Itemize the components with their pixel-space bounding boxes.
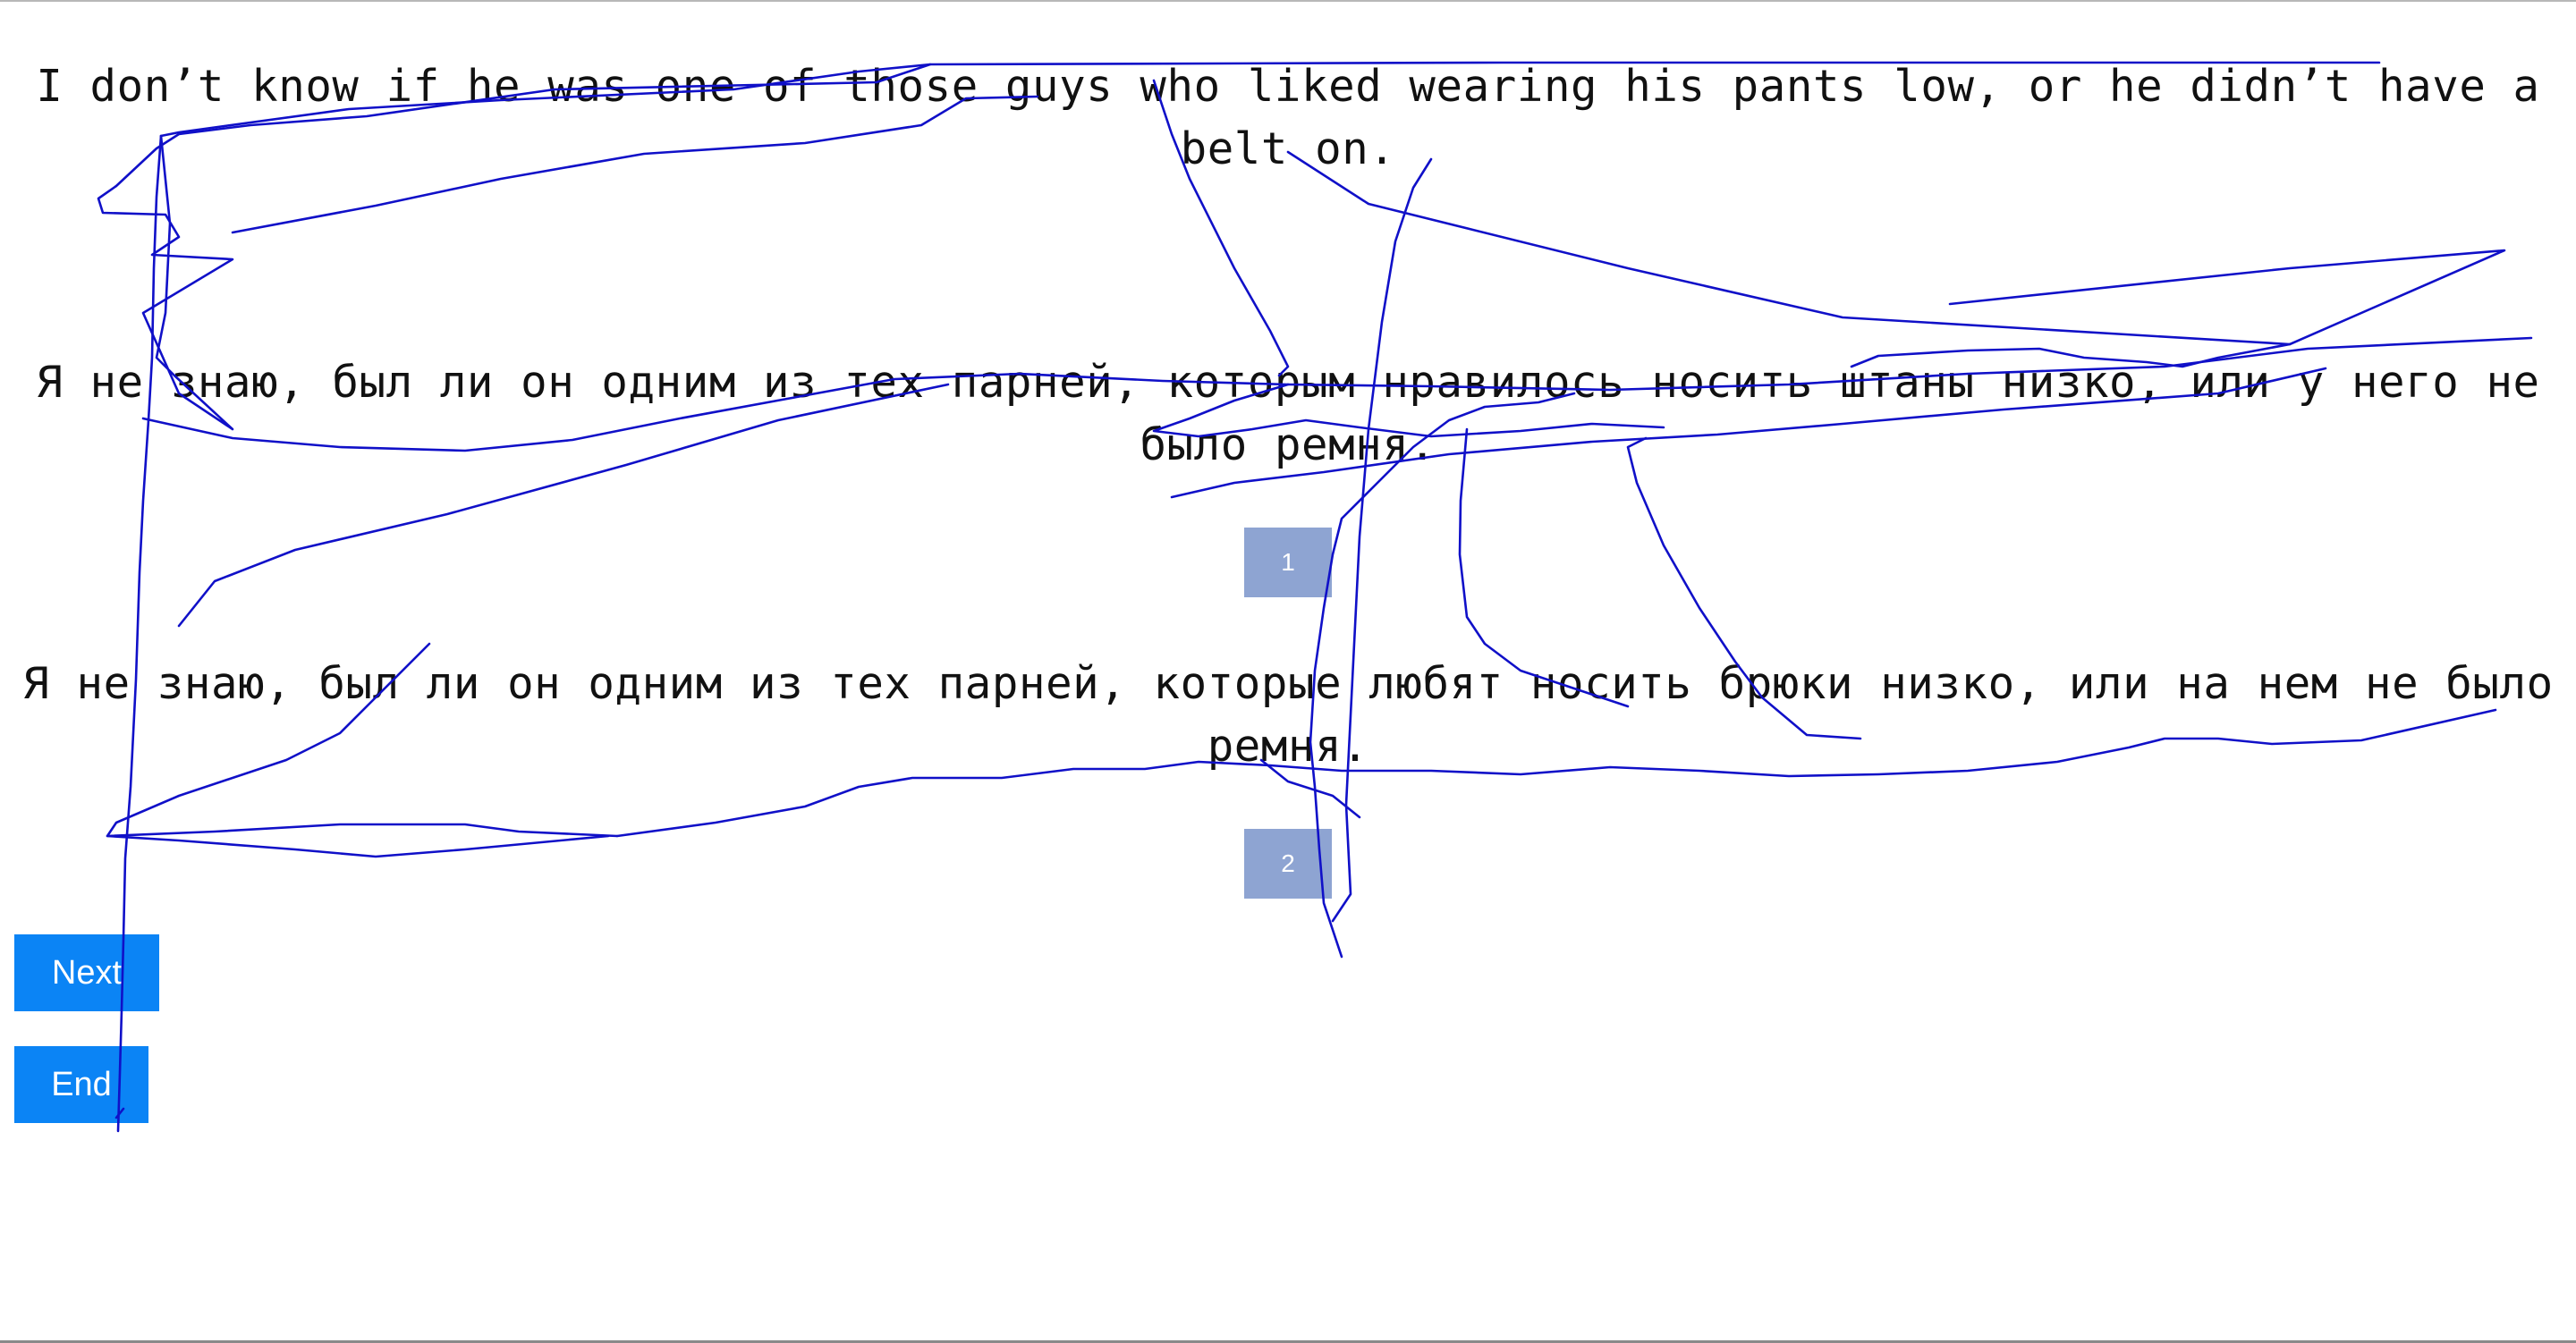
source-sentence: I don’t know if he was one of those guys… [36,61,2540,174]
scribble-stroke [1286,150,2506,346]
end-button[interactable]: End [14,1046,148,1123]
translation-option-1-text: Я не знаю, был ли он одним из тех парней… [36,357,2540,470]
scribble-stroke [1331,157,1433,923]
choose-translation-1-button[interactable]: 1 [1244,528,1332,597]
next-button[interactable]: Next [14,934,159,1011]
translation-option-2-text: Я не знаю, был ли он одним из тех парней… [22,658,2554,772]
choose-translation-2-button[interactable]: 2 [1244,829,1332,899]
top-border [0,0,2576,2]
scribble-stroke [106,823,619,838]
